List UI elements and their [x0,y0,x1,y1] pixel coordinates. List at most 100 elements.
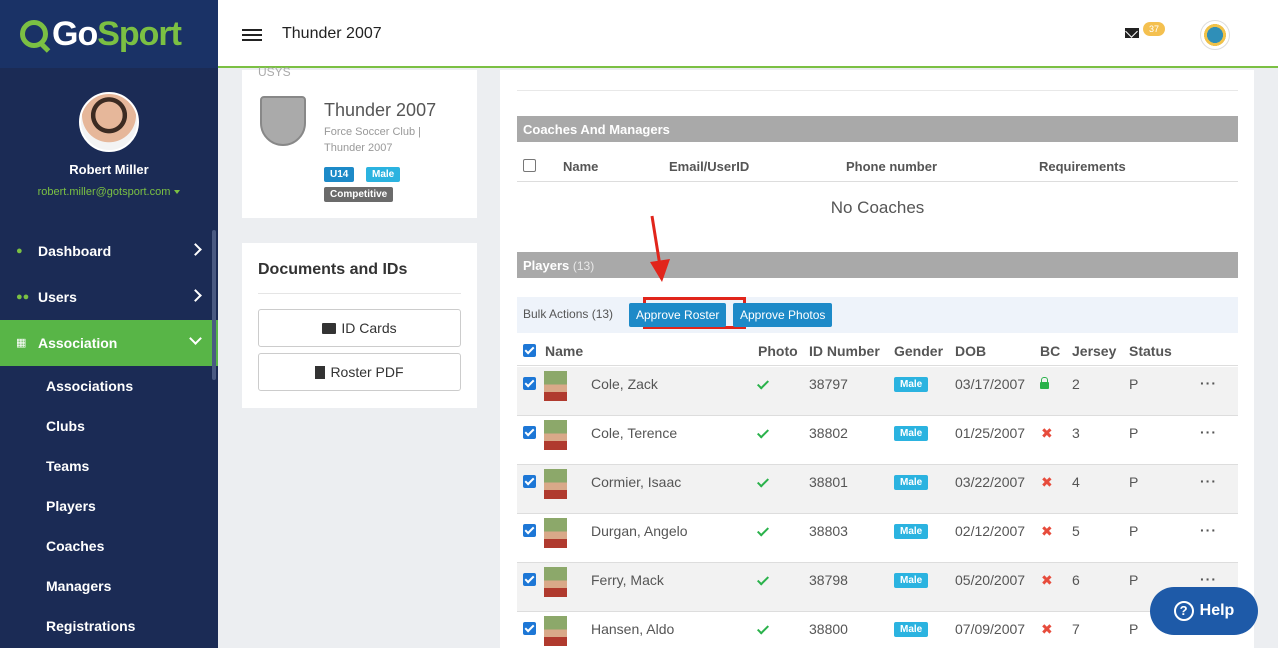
user-email-dropdown[interactable]: robert.miller@gotsport.com [0,186,218,198]
player-name[interactable]: Cormier, Isaac [591,474,681,490]
mail-count-badge[interactable]: 37 [1143,22,1166,36]
player-name[interactable]: Durgan, Angelo [591,523,688,539]
player-id: 38797 [809,376,848,392]
coaches-table-header: Name Email/UserID Phone number Requireme… [517,152,1238,182]
team-shield-icon [260,96,306,146]
row-checkbox[interactable] [523,377,536,390]
organization-logo[interactable] [1200,20,1230,50]
sidebar-scrollbar[interactable] [212,230,216,380]
players-section-title: Players [523,258,570,273]
gender-badge: Male [894,377,929,392]
sidebar-item-association[interactable]: ▦ Association [0,320,218,366]
sidebar-item-label: Users [38,289,77,305]
sidebar-item-users[interactable]: ●● Users [0,274,218,320]
row-actions-menu-icon[interactable]: ··· [1200,571,1217,587]
players-col-status[interactable]: Status [1129,343,1172,359]
player-jersey: 2 [1072,376,1080,392]
user-name: Robert Miller [69,162,149,177]
sidebar-item-dashboard[interactable]: ● Dashboard [0,228,218,274]
row-actions-menu-icon[interactable]: ··· [1200,375,1217,391]
sidebar-subitem-associations[interactable]: Associations [0,366,218,406]
player-name[interactable]: Ferry, Mack [591,572,664,588]
help-label: Help [1199,602,1235,619]
approve-photos-button[interactable]: Approve Photos [733,303,833,327]
row-checkbox[interactable] [523,524,536,537]
coaches-col-name[interactable]: Name [563,159,598,174]
coaches-col-phone[interactable]: Phone number [846,159,937,174]
gotsport-logo[interactable]: Go Sport [20,15,182,54]
player-status: P [1129,376,1139,392]
gender-badge: Male [366,167,401,182]
player-photo-thumbnail[interactable] [544,469,567,499]
bulk-actions-label: Bulk Actions (13) [523,307,614,321]
player-photo-thumbnail[interactable] [544,371,567,401]
row-checkbox[interactable] [523,622,536,635]
approve-roster-button[interactable]: Approve Roster [629,303,727,327]
sidebar-item-label: Association [38,335,118,351]
player-name[interactable]: Cole, Terence [591,425,677,441]
roster-pdf-label: Roster PDF [330,364,404,380]
sidebar: Go Sport Robert Miller robert.miller@got… [0,0,218,648]
player-id: 38802 [809,425,848,441]
divider [258,293,461,294]
player-id: 38803 [809,523,848,539]
players-col-photo[interactable]: Photo [758,343,798,359]
row-checkbox[interactable] [523,426,536,439]
avatar[interactable] [79,92,139,152]
team-org: USYS [258,65,291,79]
help-button[interactable]: ? Help [1150,587,1258,635]
players-col-gender[interactable]: Gender [894,343,943,359]
divider [517,90,1238,91]
coaches-col-requirements[interactable]: Requirements [1039,159,1126,174]
age-badge: U14 [324,167,355,182]
player-name[interactable]: Hansen, Aldo [591,621,674,637]
player-status: P [1129,621,1139,637]
player-status: P [1129,425,1139,441]
row-actions-menu-icon[interactable]: ··· [1200,473,1217,489]
row-checkbox[interactable] [523,573,536,586]
table-row[interactable]: Ferry, Mack 38798 Male 05/20/2007 ✖ 6 P ··· [517,563,1238,612]
players-select-all-checkbox[interactable] [523,344,536,357]
team-club: Force Soccer Club | Thunder 2007 [324,126,422,154]
table-row[interactable]: Hansen, Aldo38800Male07/09/2007✖7P··· [517,612,1238,648]
player-name[interactable]: Cole, Zack [591,376,658,392]
sidebar-subitem-coaches[interactable]: Coaches [0,526,218,566]
sidebar-subitem-players[interactable]: Players [0,486,218,526]
player-photo-thumbnail[interactable] [544,567,567,597]
table-row[interactable]: Cole, Zack 38797 Male 03/17/2007 2 P ··· [517,367,1238,416]
players-col-id[interactable]: ID Number [809,343,880,359]
players-col-name[interactable]: Name [545,343,583,359]
sidebar-subitem-managers[interactable]: Managers [0,566,218,606]
player-photo-thumbnail[interactable] [544,420,567,450]
sidebar-subitem-registrations[interactable]: Registrations [0,606,218,646]
table-row[interactable]: Durgan, Angelo 38803 Male 02/12/2007 ✖ 5 P ··· [517,514,1238,563]
team-summary-card: USYS Thunder 2007 Force Soccer Club | Th… [242,65,477,218]
logo-bar: Go Sport [0,0,218,68]
id-cards-button[interactable]: ID Cards [258,309,461,347]
sidebar-subitem-teams[interactable]: Teams [0,446,218,486]
players-col-dob[interactable]: DOB [955,343,986,359]
roster-pdf-button[interactable]: Roster PDF [258,353,461,391]
level-badge: Competitive [324,187,394,202]
coaches-col-email[interactable]: Email/UserID [669,159,749,174]
gender-badge: Male [894,622,929,637]
coaches-select-all-checkbox[interactable] [523,159,536,172]
row-actions-menu-icon[interactable]: ··· [1200,424,1217,440]
table-row[interactable]: Cole, Terence 38802 Male 01/25/2007 ✖ 3 P ··· [517,416,1238,465]
hamburger-menu-icon[interactable] [242,29,262,41]
row-actions-menu-icon[interactable]: ··· [1200,522,1217,538]
row-checkbox[interactable] [523,475,536,488]
x-icon: ✖ [1041,523,1053,539]
player-photo-thumbnail[interactable] [544,518,567,548]
photo-approved-check-icon [756,573,770,586]
players-col-jersey[interactable]: Jersey [1072,343,1116,359]
sidebar-subitem-clubs[interactable]: Clubs [0,406,218,446]
player-photo-thumbnail[interactable] [544,616,567,646]
photo-approved-check-icon [756,426,770,439]
table-row[interactable]: Cormier, Isaac 38801 Male 03/22/2007 ✖ 4 P ··· [517,465,1238,514]
coaches-section-header: Coaches And Managers [517,116,1238,142]
id-card-icon [322,322,337,334]
players-col-bc[interactable]: BC [1040,343,1060,359]
players-section-header: Players (13) [517,252,1238,278]
mail-icon[interactable] [1125,28,1139,38]
